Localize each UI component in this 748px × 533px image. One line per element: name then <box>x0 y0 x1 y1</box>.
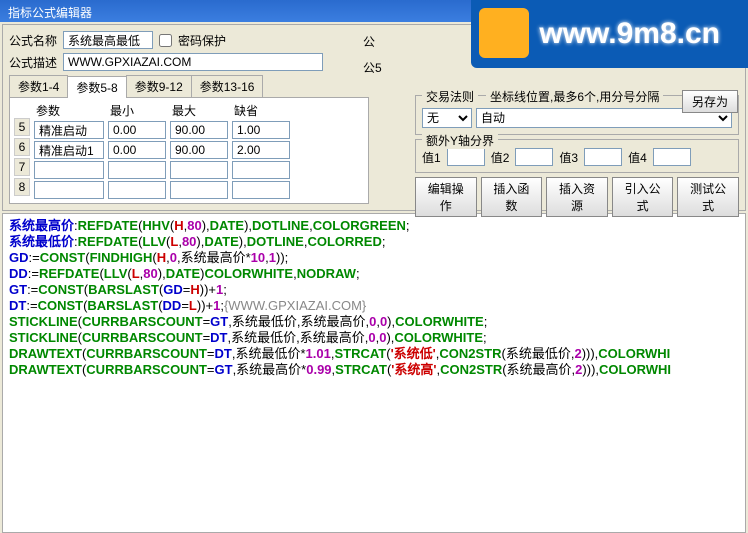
param-tabs: 参数1-4参数5-8参数9-12参数13-16 <box>9 75 369 97</box>
param-max-input[interactable] <box>170 181 228 199</box>
axis-value-label: 值2 <box>491 149 510 166</box>
param-row-index: 5 <box>14 118 30 136</box>
window-title: 指标公式编辑器 <box>8 6 92 20</box>
param-row-index: 6 <box>14 138 30 156</box>
watermark-banner: www.9m8.cn <box>471 0 748 68</box>
param-table: 5 6 7 8 参数最小最大缺省 <box>9 97 369 204</box>
extra-axis-legend: 额外Y轴分界 <box>422 132 498 149</box>
watermark-text: www.9m8.cn <box>539 17 720 51</box>
formula-name-label: 公式名称 <box>9 32 57 49</box>
axis-value-input-3[interactable] <box>584 148 622 166</box>
param-min-input[interactable] <box>108 181 166 199</box>
code-line[interactable]: GT:=CONST(BARSLAST(GD=H))+1; <box>9 282 739 298</box>
action-button-3[interactable]: 引入公式 <box>612 177 674 217</box>
param-min-input[interactable] <box>108 161 166 179</box>
param-def-input[interactable] <box>232 121 290 139</box>
formula-desc-label: 公式描述 <box>9 54 57 71</box>
trade-rule-select-1[interactable]: 无 <box>422 108 472 128</box>
code-line[interactable]: DD:=REFDATE(LLV(L,80),DATE)COLORWHITE,NO… <box>9 266 739 282</box>
action-button-2[interactable]: 插入资源 <box>546 177 608 217</box>
axis-value-label: 值1 <box>422 149 441 166</box>
code-line[interactable]: STICKLINE(CURRBARSCOUNT=DT,系统最低价,系统最高价,0… <box>9 330 739 346</box>
param-max-input[interactable] <box>170 121 228 139</box>
password-protect-label: 密码保护 <box>178 32 226 49</box>
axis-value-label: 值3 <box>559 149 578 166</box>
axis-value-input-1[interactable] <box>447 148 485 166</box>
param-header: 缺省 <box>232 102 290 119</box>
formula-code-editor[interactable]: 系统最高价:REFDATE(HHV(H,80),DATE),DOTLINE,CO… <box>2 213 746 533</box>
code-line[interactable]: 系统最高价:REFDATE(HHV(H,80),DATE),DOTLINE,CO… <box>9 218 739 234</box>
axis-value-label: 值4 <box>628 149 647 166</box>
coord-note: 坐标线位置,最多6个,用分号分隔 <box>486 88 663 105</box>
partial-label-1: 公 <box>363 33 375 50</box>
param-row-index: 8 <box>14 178 30 196</box>
param-max-input[interactable] <box>170 161 228 179</box>
param-name-input[interactable] <box>34 141 104 159</box>
formula-name-input[interactable] <box>63 31 153 49</box>
param-header: 参数 <box>34 102 104 119</box>
axis-value-input-4[interactable] <box>653 148 691 166</box>
param-name-input[interactable] <box>34 161 104 179</box>
param-name-input[interactable] <box>34 121 104 139</box>
action-button-4[interactable]: 测试公式 <box>677 177 739 217</box>
extra-axis-fieldset: 额外Y轴分界 值1值2值3值4 <box>415 139 739 173</box>
action-button-0[interactable]: 编辑操作 <box>415 177 477 217</box>
action-button-1[interactable]: 插入函数 <box>481 177 543 217</box>
trade-rule-legend: 交易法则 <box>422 88 478 105</box>
param-tab-0[interactable]: 参数1-4 <box>9 75 68 97</box>
param-header: 最大 <box>170 102 228 119</box>
param-max-input[interactable] <box>170 141 228 159</box>
param-def-input[interactable] <box>232 141 290 159</box>
param-min-input[interactable] <box>108 141 166 159</box>
code-line[interactable]: STICKLINE(CURRBARSCOUNT=GT,系统最低价,系统最高价,0… <box>9 314 739 330</box>
code-line[interactable]: 系统最低价:REFDATE(LLV(L,80),DATE),DOTLINE,CO… <box>9 234 739 250</box>
code-line[interactable]: DRAWTEXT(CURRBARSCOUNT=GT,系统最高价*0.99,STR… <box>9 362 739 378</box>
param-tab-3[interactable]: 参数13-16 <box>191 75 264 97</box>
trade-rule-fieldset: 交易法则 坐标线位置,最多6个,用分号分隔 另存为 无 自动 <box>415 95 739 135</box>
axis-value-input-2[interactable] <box>515 148 553 166</box>
param-def-input[interactable] <box>232 181 290 199</box>
password-protect-checkbox[interactable] <box>159 34 172 47</box>
save-as-button[interactable]: 另存为 <box>682 90 738 113</box>
param-header: 最小 <box>108 102 166 119</box>
code-line[interactable]: GD:=CONST(FINDHIGH(H,0,系统最高价*10,1)); <box>9 250 739 266</box>
param-tab-1[interactable]: 参数5-8 <box>67 76 126 98</box>
param-tab-2[interactable]: 参数9-12 <box>126 75 192 97</box>
code-line[interactable]: DT:=CONST(BARSLAST(DD=L))+1;{WWW.GPXIAZA… <box>9 298 739 314</box>
code-line[interactable]: DRAWTEXT(CURRBARSCOUNT=DT,系统最低价*1.01,STR… <box>9 346 739 362</box>
param-def-input[interactable] <box>232 161 290 179</box>
param-min-input[interactable] <box>108 121 166 139</box>
partial-label-2: 公5 <box>363 59 382 76</box>
param-row-index: 7 <box>14 158 30 176</box>
param-name-input[interactable] <box>34 181 104 199</box>
formula-desc-input[interactable] <box>63 53 323 71</box>
